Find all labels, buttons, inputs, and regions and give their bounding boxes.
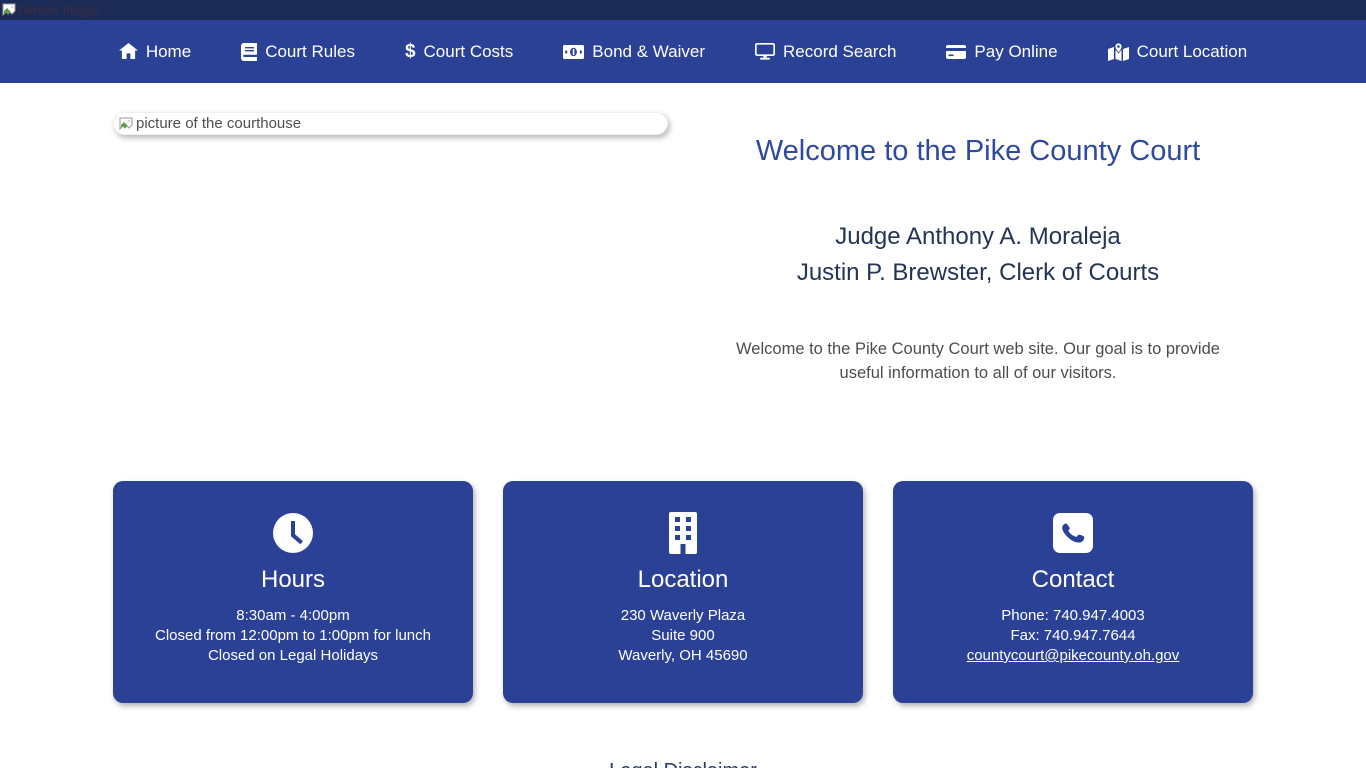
phone-square-icon <box>1052 512 1094 554</box>
home-icon <box>119 43 138 60</box>
contact-card-body: Phone: 740.947.4003 Fax: 740.947.7644 co… <box>893 606 1253 666</box>
map-marked-icon <box>1108 43 1129 61</box>
fax-line: Fax: 740.947.7644 <box>893 626 1253 646</box>
hours-card-body: 8:30am - 4:00pm Closed from 12:00pm to 1… <box>113 606 473 666</box>
legal-disclaimer-link[interactable]: Legal Disclaimer <box>609 760 757 768</box>
hero-image-column: picture of the courthouse <box>0 112 683 385</box>
money-bill-icon <box>563 45 584 59</box>
clerk-name: Justin P. Brewster, Clerk of Courts <box>683 255 1273 291</box>
nav-label: Court Costs <box>424 42 514 62</box>
hero-section: picture of the courthouse Welcome to the… <box>0 112 1366 385</box>
card-title: Hours <box>113 566 473 594</box>
card-title: Location <box>503 566 863 594</box>
hero-text-column: Welcome to the Pike County Court Judge A… <box>683 112 1273 385</box>
contact-card: Contact Phone: 740.947.4003 Fax: 740.947… <box>893 481 1253 703</box>
hours-line: 8:30am - 4:00pm <box>113 606 473 626</box>
location-card-body: 230 Waverly Plaza Suite 900 Waverly, OH … <box>503 606 863 666</box>
address-line: 230 Waverly Plaza <box>503 606 863 626</box>
nav-item-court-location[interactable]: Court Location <box>1108 42 1248 62</box>
page-title: Welcome to the Pike County Court <box>683 135 1273 168</box>
courthouse-image-alt-text: picture of the courthouse <box>136 115 301 132</box>
nav-item-record-search[interactable]: Record Search <box>755 42 896 62</box>
email-link[interactable]: countycourt@pikecounty.oh.gov <box>967 647 1180 664</box>
banner-image-alt-text: banner image <box>19 0 99 20</box>
desktop-icon <box>755 43 775 60</box>
top-banner-bar: banner image <box>0 0 1366 20</box>
book-icon <box>241 43 257 61</box>
footer: Legal Disclaimer <box>0 760 1366 768</box>
nav-item-home[interactable]: Home <box>119 42 191 62</box>
broken-image-icon <box>119 117 133 131</box>
location-card-icon-wrap <box>503 512 863 554</box>
main-navigation: Home Court Rules $ Court Costs Bond & Wa… <box>0 20 1366 83</box>
contact-card-icon-wrap <box>893 512 1253 554</box>
hours-line: Closed on Legal Holidays <box>113 646 473 666</box>
officials-names: Judge Anthony A. Moraleja Justin P. Brew… <box>683 219 1273 291</box>
courthouse-image-broken: picture of the courthouse <box>113 112 668 135</box>
address-line: Suite 900 <box>503 626 863 646</box>
nav-label: Home <box>146 42 191 62</box>
nav-label: Bond & Waiver <box>592 42 705 62</box>
nav-item-bond-waiver[interactable]: Bond & Waiver <box>563 42 705 62</box>
hours-line: Closed from 12:00pm to 1:00pm for lunch <box>113 626 473 646</box>
building-icon <box>667 512 699 554</box>
card-title: Contact <box>893 566 1253 594</box>
broken-image-icon <box>2 3 16 17</box>
phone-line: Phone: 740.947.4003 <box>893 606 1253 626</box>
info-cards: Hours 8:30am - 4:00pm Closed from 12:00p… <box>0 481 1366 703</box>
intro-paragraph: Welcome to the Pike County Court web sit… <box>723 337 1233 385</box>
banner-image-broken: banner image <box>2 0 99 20</box>
hours-card: Hours 8:30am - 4:00pm Closed from 12:00p… <box>113 481 473 703</box>
hours-card-icon-wrap <box>113 512 473 554</box>
clock-icon <box>272 512 314 554</box>
nav-item-court-rules[interactable]: Court Rules <box>241 42 355 62</box>
nav-label: Pay Online <box>974 42 1057 62</box>
location-card: Location 230 Waverly Plaza Suite 900 Wav… <box>503 481 863 703</box>
dollar-icon: $ <box>405 42 416 61</box>
judge-name: Judge Anthony A. Moraleja <box>683 219 1273 255</box>
nav-item-court-costs[interactable]: $ Court Costs <box>405 42 513 62</box>
credit-card-icon <box>946 45 966 59</box>
nav-label: Court Location <box>1137 42 1248 62</box>
nav-label: Record Search <box>783 42 896 62</box>
address-line: Waverly, OH 45690 <box>503 646 863 666</box>
nav-label: Court Rules <box>265 42 355 62</box>
nav-item-pay-online[interactable]: Pay Online <box>946 42 1057 62</box>
